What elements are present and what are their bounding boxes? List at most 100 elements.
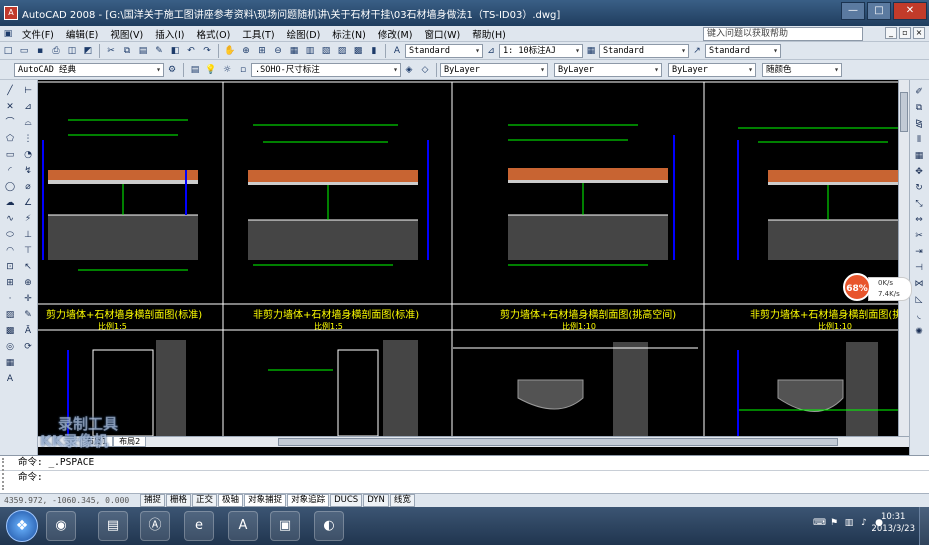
- show-desktop-button[interactable]: [919, 507, 929, 545]
- qleader-icon[interactable]: ↖: [21, 260, 35, 274]
- doc-restore-icon[interactable]: ▫: [899, 27, 911, 39]
- menu-draw[interactable]: 绘图(D): [281, 27, 327, 41]
- drawing-canvas[interactable]: 剪力墙体+石材墙身横剖面图(标准) 非剪力墙体+石材墙身横剖面图(标准) 剪力墙…: [38, 80, 898, 436]
- stretch-icon[interactable]: ⇔: [912, 214, 926, 227]
- close-button[interactable]: ✕: [893, 2, 927, 20]
- polygon-icon[interactable]: ⬠: [3, 132, 17, 146]
- document-icon[interactable]: ▣: [1, 27, 15, 41]
- new-icon[interactable]: □: [1, 44, 15, 58]
- start-button[interactable]: ❖: [6, 510, 38, 542]
- move-icon[interactable]: ✥: [912, 166, 926, 179]
- circle-icon[interactable]: ◯: [3, 180, 17, 194]
- save-icon[interactable]: ▪: [33, 44, 47, 58]
- pan-icon[interactable]: ✋: [223, 44, 237, 58]
- workspace-settings-icon[interactable]: ⚙: [165, 63, 179, 77]
- print-icon[interactable]: ⎙: [49, 44, 63, 58]
- calculator-icon[interactable]: ▮: [367, 44, 381, 58]
- otrack-toggle[interactable]: 对象追踪: [287, 494, 330, 507]
- tab-layout2[interactable]: 布局2: [113, 437, 147, 447]
- dim-linear-icon[interactable]: ⊢: [21, 84, 35, 98]
- snap-toggle[interactable]: 捕捉: [140, 494, 166, 507]
- dim-aligned-icon[interactable]: ⊿: [21, 100, 35, 114]
- vertical-scrollbar[interactable]: [898, 80, 909, 436]
- quick-dim-icon[interactable]: ⚡: [21, 212, 35, 226]
- menu-format[interactable]: 格式(O): [190, 27, 236, 41]
- menu-help[interactable]: 帮助(H): [466, 27, 512, 41]
- menu-edit[interactable]: 编辑(E): [60, 27, 104, 41]
- line-icon[interactable]: ╱: [3, 84, 17, 98]
- dim-arc-icon[interactable]: ⌓: [21, 116, 35, 130]
- lineweight-select[interactable]: ByLayer: [668, 62, 756, 77]
- hatch-icon[interactable]: ▨: [3, 308, 17, 322]
- grid-toggle[interactable]: 栅格: [166, 494, 192, 507]
- autocad-task-icon[interactable]: Ⓐ: [140, 511, 170, 541]
- make-block-icon[interactable]: ⊞: [3, 276, 17, 290]
- network-icon[interactable]: ▥: [843, 517, 855, 529]
- scale-icon[interactable]: ⤡: [912, 198, 926, 211]
- zoom-previous-icon[interactable]: ⊖: [271, 44, 285, 58]
- dim-angular-icon[interactable]: ∠: [21, 196, 35, 210]
- mirror-icon[interactable]: ⧎: [912, 118, 926, 131]
- osnap-toggle[interactable]: 对象捕捉: [244, 494, 287, 507]
- plotstyle-select[interactable]: 随颜色: [762, 62, 842, 77]
- tablestyle-icon[interactable]: ▦: [584, 44, 598, 58]
- mtext-icon[interactable]: A: [3, 372, 17, 386]
- clock[interactable]: 10:31 2013/3/23: [871, 511, 915, 535]
- dim-style-select[interactable]: 1: 10标注AJ: [499, 43, 583, 58]
- insert-block-icon[interactable]: ⊡: [3, 260, 17, 274]
- dim-edit-icon[interactable]: ✎: [21, 308, 35, 322]
- vertical-scroll-thumb[interactable]: [900, 92, 908, 132]
- workspace-select[interactable]: AutoCAD 经典: [14, 62, 164, 77]
- zoom-realtime-icon[interactable]: ⊕: [239, 44, 253, 58]
- help-search-input[interactable]: 键入问题以获取帮助: [703, 27, 863, 41]
- memory-usage-badge[interactable]: 68%: [843, 273, 871, 301]
- lweight-toggle[interactable]: 线宽: [389, 494, 415, 507]
- redo-icon[interactable]: ↷: [200, 44, 214, 58]
- table-icon[interactable]: ▦: [3, 356, 17, 370]
- publish-icon[interactable]: ◩: [81, 44, 95, 58]
- layer-select[interactable]: .SOHO-尺寸标注: [251, 62, 401, 77]
- linetype-select[interactable]: ByLayer: [554, 62, 662, 77]
- point-icon[interactable]: ·: [3, 292, 17, 306]
- dyn-toggle[interactable]: DYN: [363, 494, 389, 507]
- color-select[interactable]: ByLayer: [440, 62, 548, 77]
- dim-jogged-icon[interactable]: ↯: [21, 164, 35, 178]
- network-speed-widget[interactable]: 0K/s 7.4K/s: [868, 277, 912, 301]
- dimstyle-icon[interactable]: ⊿: [484, 44, 498, 58]
- polar-toggle[interactable]: 极轴: [218, 494, 244, 507]
- fillet-icon[interactable]: ◟: [912, 310, 926, 323]
- ellipse-icon[interactable]: ⬭: [3, 228, 17, 242]
- offset-icon[interactable]: ⫴: [912, 134, 926, 147]
- dim-update-icon[interactable]: ⟳: [21, 340, 35, 354]
- autocad-app-icon[interactable]: A: [4, 6, 18, 20]
- region-icon[interactable]: ◎: [3, 340, 17, 354]
- ortho-toggle[interactable]: 正交: [192, 494, 218, 507]
- taskbar-app-icon[interactable]: ◉: [46, 511, 76, 541]
- array-icon[interactable]: ▦: [912, 150, 926, 163]
- layer-manager-icon[interactable]: ▤: [188, 63, 202, 77]
- make-current-icon[interactable]: ◈: [402, 63, 416, 77]
- break-icon[interactable]: ⊣: [912, 262, 926, 275]
- sheetset-icon[interactable]: ▨: [335, 44, 349, 58]
- minimize-button[interactable]: —: [841, 2, 865, 20]
- ducs-toggle[interactable]: DUCS: [330, 494, 363, 507]
- dim-baseline-icon[interactable]: ⊥: [21, 228, 35, 242]
- arc-icon[interactable]: ◜: [3, 164, 17, 178]
- menu-file[interactable]: 文件(F): [16, 27, 60, 41]
- copy-icon[interactable]: ⧉: [912, 102, 926, 115]
- mleaderstyle-icon[interactable]: ↗: [690, 44, 704, 58]
- acrobat-icon[interactable]: A: [228, 511, 258, 541]
- xline-icon[interactable]: ✕: [3, 100, 17, 114]
- ie-browser-icon[interactable]: e: [184, 511, 214, 541]
- dim-textedit-icon[interactable]: Ā: [21, 324, 35, 338]
- open-icon[interactable]: ▭: [17, 44, 31, 58]
- explode-icon[interactable]: ✺: [912, 326, 926, 339]
- recorder-app-icon[interactable]: ◐: [314, 511, 344, 541]
- menu-window[interactable]: 窗口(W): [418, 27, 466, 41]
- tolerance-icon[interactable]: ⊕: [21, 276, 35, 290]
- explorer-icon[interactable]: ▤: [98, 511, 128, 541]
- markup-icon[interactable]: ▩: [351, 44, 365, 58]
- trim-icon[interactable]: ✂: [912, 230, 926, 243]
- maximize-button[interactable]: □: [867, 2, 891, 20]
- gradient-icon[interactable]: ▩: [3, 324, 17, 338]
